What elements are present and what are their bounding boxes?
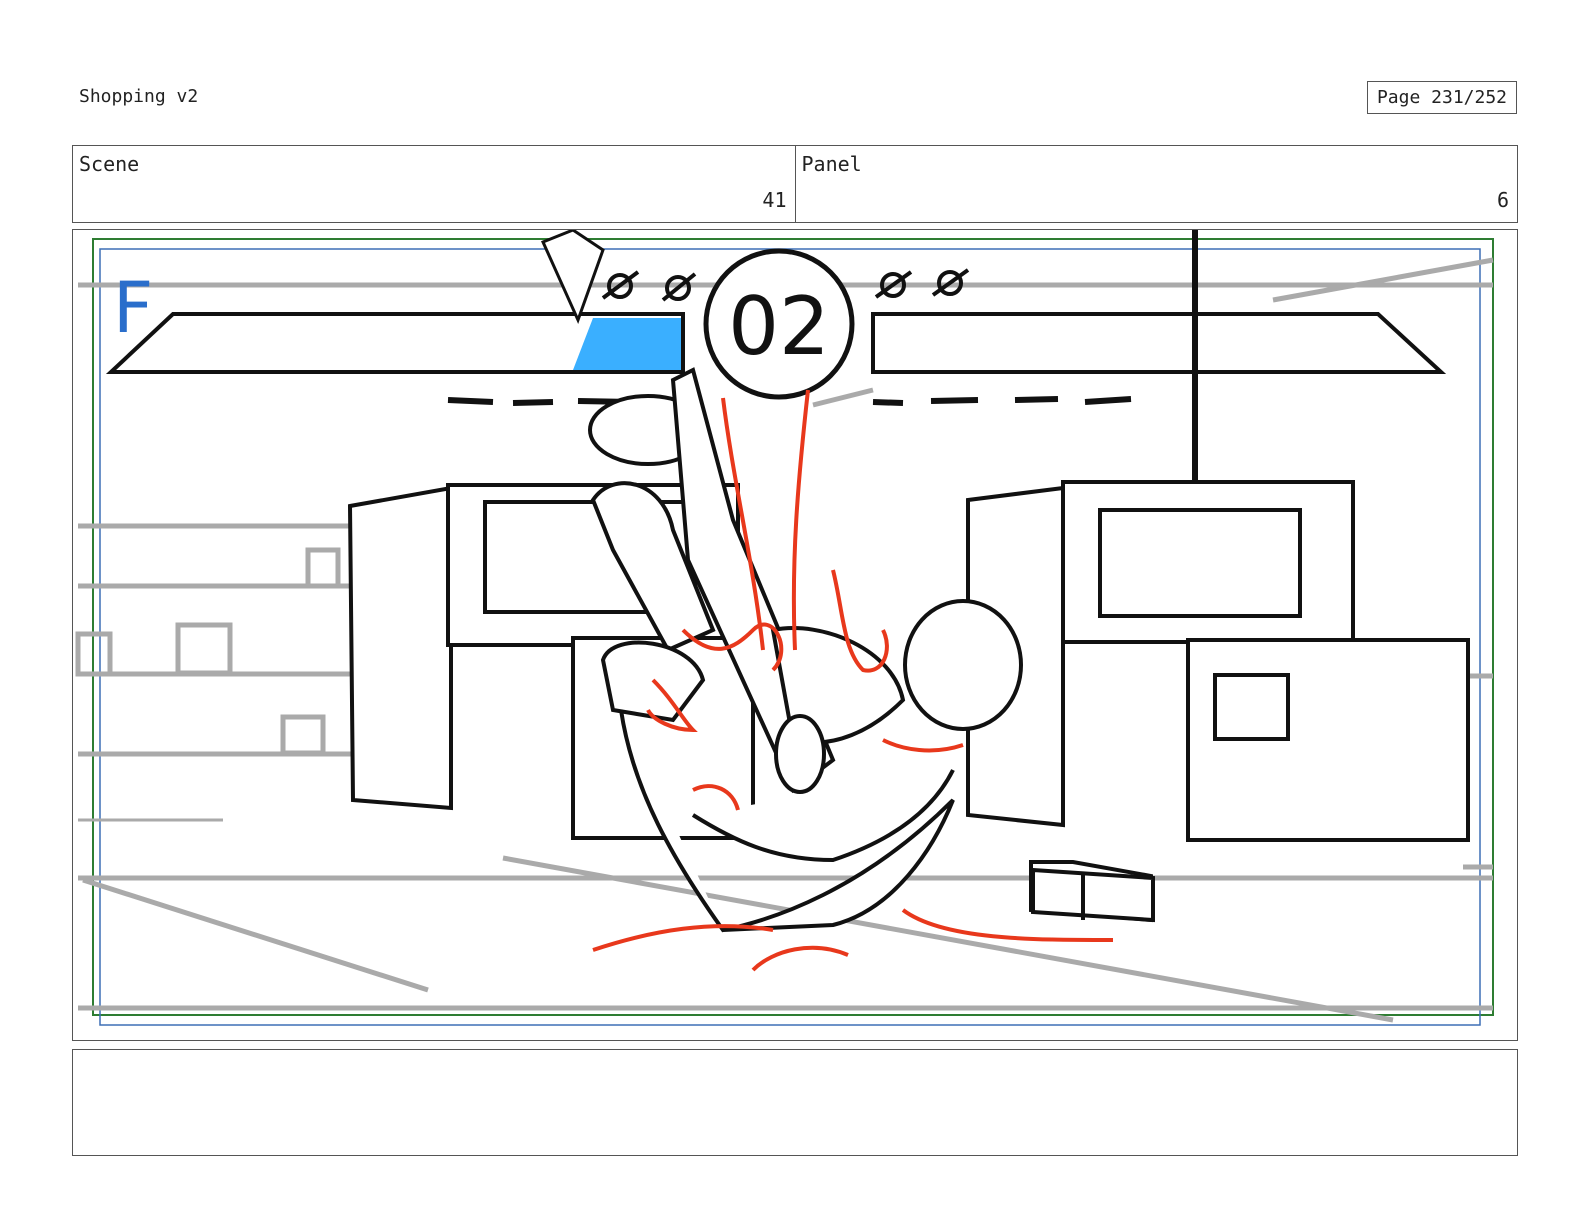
panel-label: Panel	[801, 152, 862, 176]
storyboard-sketch: 02 F	[75, 230, 1494, 1026]
dashed-line	[447, 396, 1132, 406]
panel-cell: Panel 6	[794, 146, 1518, 222]
scene-number: 41	[762, 188, 787, 212]
notes-box	[72, 1049, 1518, 1156]
scene-panel-row: Scene 41 Panel 6	[72, 145, 1518, 223]
timer-text: 02	[728, 280, 830, 373]
page-number: Page 231/252	[1367, 81, 1517, 114]
storyboard-panel: 02 F	[72, 229, 1518, 1041]
scene-label: Scene	[79, 152, 140, 176]
document-title: Shopping v2	[79, 86, 199, 107]
scene-cell: Scene 41	[73, 146, 795, 222]
floor-box	[1031, 867, 1155, 923]
frame-marker: F	[113, 267, 153, 349]
panel-number: 6	[1496, 188, 1509, 212]
